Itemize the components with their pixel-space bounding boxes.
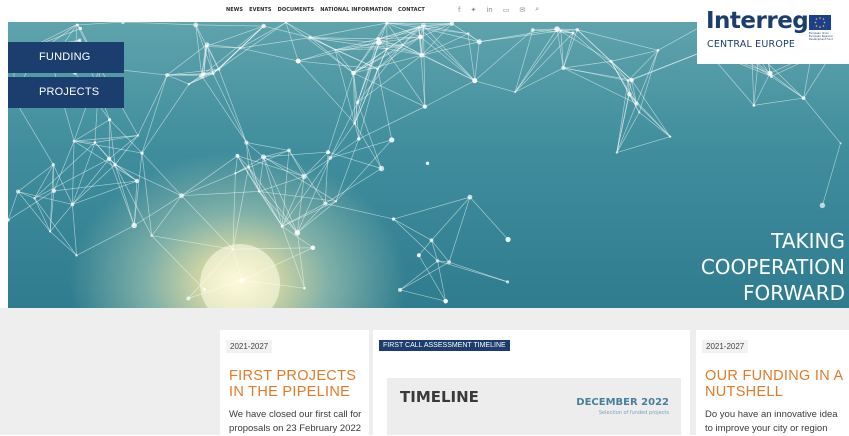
card-tag: 2021-2027: [702, 340, 748, 353]
eu-flag-icon: [809, 15, 831, 30]
timeline-image-title: TIMELINE: [400, 388, 479, 406]
nav-documents-link[interactable]: DOCUMENTS: [278, 7, 315, 13]
projects-button[interactable]: PROJECTS: [8, 77, 124, 108]
eu-caption: European Union European Regional Develop…: [809, 32, 833, 41]
hero-banner: TAKING COOPERATION FORWARD: [8, 22, 849, 308]
nav-national-information-link[interactable]: NATIONAL INFORMATION: [320, 7, 392, 13]
card-tag: 2021-2027: [226, 340, 272, 353]
hero-tagline: TAKING COOPERATION FORWARD: [701, 228, 845, 306]
timeline-image-subtitle: Selection of funded projects: [599, 410, 669, 416]
nav-contact-link[interactable]: CONTACT: [398, 7, 425, 13]
nav-news-link[interactable]: NEWS: [226, 7, 243, 13]
facebook-icon[interactable]: f: [458, 6, 460, 14]
tagline-line: TAKING: [701, 228, 845, 254]
search-icon[interactable]: ⌕: [535, 5, 539, 14]
timeline-image[interactable]: TIMELINE DECEMBER 2022 Selection of fund…: [387, 378, 681, 435]
tagline-line: FORWARD: [701, 280, 845, 306]
card-text: Do you have an innovative idea to improv…: [705, 408, 845, 436]
card-text: We have closed our first call for propos…: [229, 408, 369, 436]
card-tag: FIRST CALL ASSESSMENT TIMELINE: [379, 340, 510, 351]
timeline-card[interactable]: FIRST CALL ASSESSMENT TIMELINE TIMELINE …: [373, 330, 690, 435]
linkedin-icon[interactable]: in: [486, 6, 492, 14]
mail-icon[interactable]: ✉: [519, 6, 525, 14]
top-navigation: NEWS EVENTS DOCUMENTS NATIONAL INFORMATI…: [226, 7, 425, 13]
funding-button[interactable]: FUNDING: [8, 42, 124, 73]
news-card[interactable]: 2021-2027 FIRST PROJECTS IN THE PIPELINE…: [220, 330, 369, 435]
card-title[interactable]: FIRST PROJECTS IN THE PIPELINE: [229, 368, 367, 400]
timeline-image-date: DECEMBER 2022: [576, 397, 669, 408]
youtube-icon[interactable]: ▭: [503, 6, 510, 14]
tagline-line: COOPERATION: [701, 254, 845, 280]
news-card[interactable]: 2021-2027 OUR FUNDING IN A NUTSHELL Do y…: [696, 330, 849, 435]
nav-events-link[interactable]: EVENTS: [249, 7, 272, 13]
logo-subtitle: CENTRAL EUROPE: [707, 39, 795, 50]
logo-wordmark: Interreg: [706, 8, 808, 34]
side-navigation: FUNDING PROJECTS: [8, 42, 124, 112]
social-links: f ✦ in ▭ ✉ ⌕: [458, 5, 539, 14]
card-title[interactable]: OUR FUNDING IN A NUTSHELL: [705, 368, 843, 400]
interreg-logo[interactable]: Interreg CENTRAL EUROPE European Union E…: [697, 6, 849, 64]
twitter-icon[interactable]: ✦: [470, 6, 476, 14]
